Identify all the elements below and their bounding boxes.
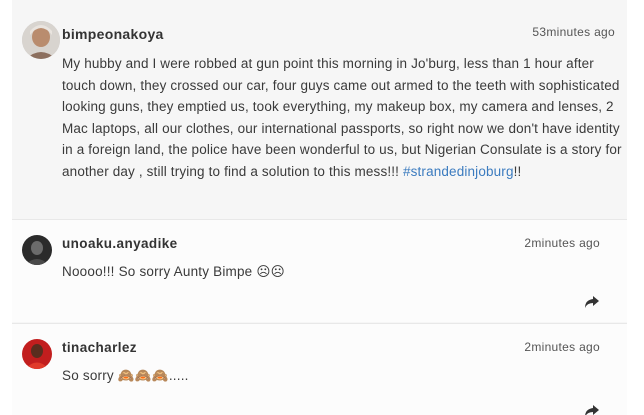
post-text: My hubby and I were robbed at gun point …: [62, 53, 622, 182]
post-username[interactable]: bimpeonakoya: [62, 26, 164, 42]
reply-arrow-icon[interactable]: [584, 404, 600, 415]
comment-text: Noooo!!! So sorry Aunty Bimpe ☹☹: [62, 264, 285, 279]
comment-item: unoaku.anyadike 2minutes ago Noooo!!! So…: [12, 219, 627, 322]
scrollbar-track[interactable]: [632, 0, 644, 415]
post-author-avatar[interactable]: [22, 21, 60, 59]
comment-feed: bimpeonakoya 53minutes ago My hubby and …: [12, 0, 627, 415]
comment-username[interactable]: unoaku.anyadike: [62, 236, 178, 251]
comment-text: So sorry 🙈🙈🙈.....: [62, 368, 189, 383]
hashtag-link[interactable]: #strandedinjoburg: [403, 164, 514, 179]
post-text-end: !!: [513, 163, 522, 179]
post-timestamp: 53minutes ago: [532, 25, 615, 39]
commenter-avatar[interactable]: [22, 339, 52, 369]
reply-arrow-icon[interactable]: [584, 295, 600, 309]
commenter-avatar[interactable]: [22, 235, 52, 265]
comment-item: tinacharlez 2minutes ago So sorry 🙈🙈🙈...…: [12, 323, 627, 415]
original-post: bimpeonakoya 53minutes ago My hubby and …: [12, 12, 627, 218]
post-text-content: My hubby and I were robbed at gun point …: [62, 56, 622, 179]
comment-timestamp: 2minutes ago: [524, 236, 600, 250]
comment-timestamp: 2minutes ago: [524, 340, 600, 354]
comment-username[interactable]: tinacharlez: [62, 340, 137, 355]
